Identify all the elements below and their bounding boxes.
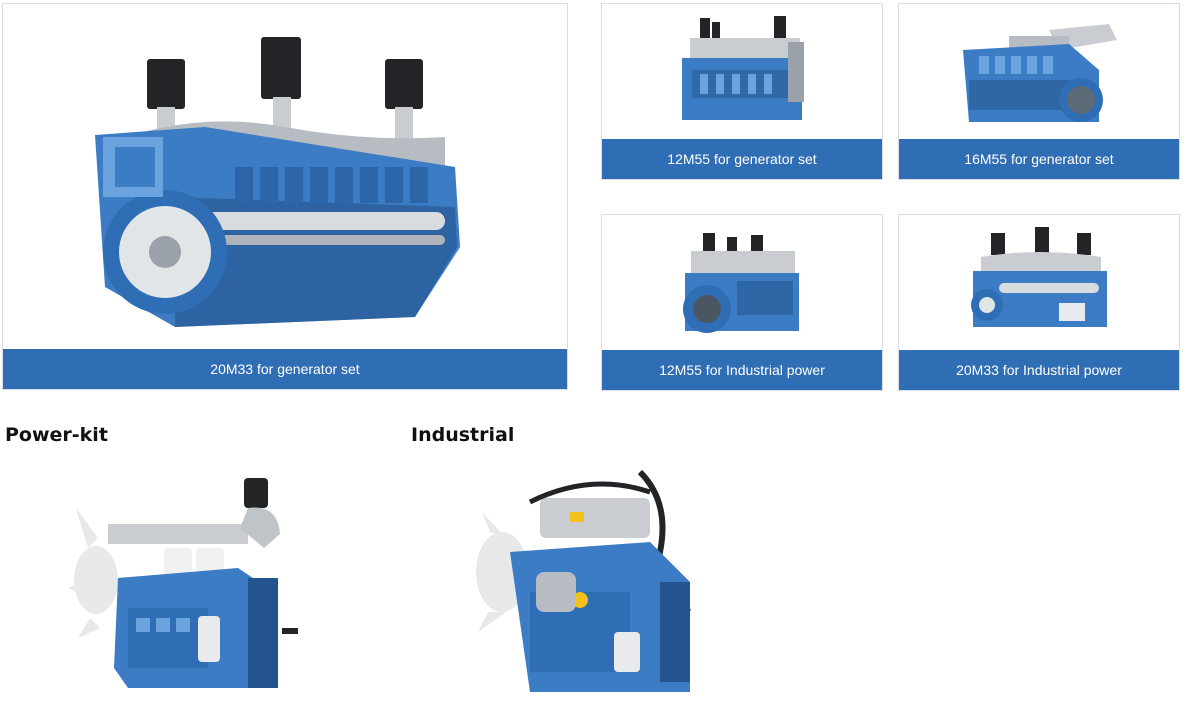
product-label-12m55-industrial: 12M55 for Industrial power	[602, 350, 882, 390]
product-card-20m33-generator[interactable]: 20M33 for generator set	[2, 3, 568, 390]
product-label-12m55-generator: 12M55 for generator set	[602, 139, 882, 179]
engine-20m33-industrial-image	[899, 215, 1179, 352]
engine-12m55-industrial-image	[602, 215, 882, 352]
engine-20m33-image	[3, 4, 567, 349]
section-title-powerkit: Power-kit	[5, 424, 108, 446]
product-label-16m55-generator: 16M55 for generator set	[899, 139, 1179, 179]
section-title-industrial: Industrial	[411, 424, 515, 446]
product-card-20m33-industrial[interactable]: 20M33 for Industrial power	[898, 214, 1180, 391]
product-label-20m33-industrial: 20M33 for Industrial power	[899, 350, 1179, 390]
product-label-20m33-generator: 20M33 for generator set	[3, 349, 567, 389]
product-card-12m55-generator[interactable]: 12M55 for generator set	[601, 3, 883, 180]
product-page: 20M33 for generator set 12M55 for genera…	[0, 0, 1185, 716]
product-card-12m55-industrial[interactable]: 12M55 for Industrial power	[601, 214, 883, 391]
engine-12m55-image	[602, 4, 882, 141]
product-card-16m55-generator[interactable]: 16M55 for generator set	[898, 3, 1180, 180]
industrial-engine-image[interactable]	[470, 462, 715, 702]
powerkit-engine-image[interactable]	[68, 468, 308, 696]
engine-16m55-image	[899, 4, 1179, 141]
